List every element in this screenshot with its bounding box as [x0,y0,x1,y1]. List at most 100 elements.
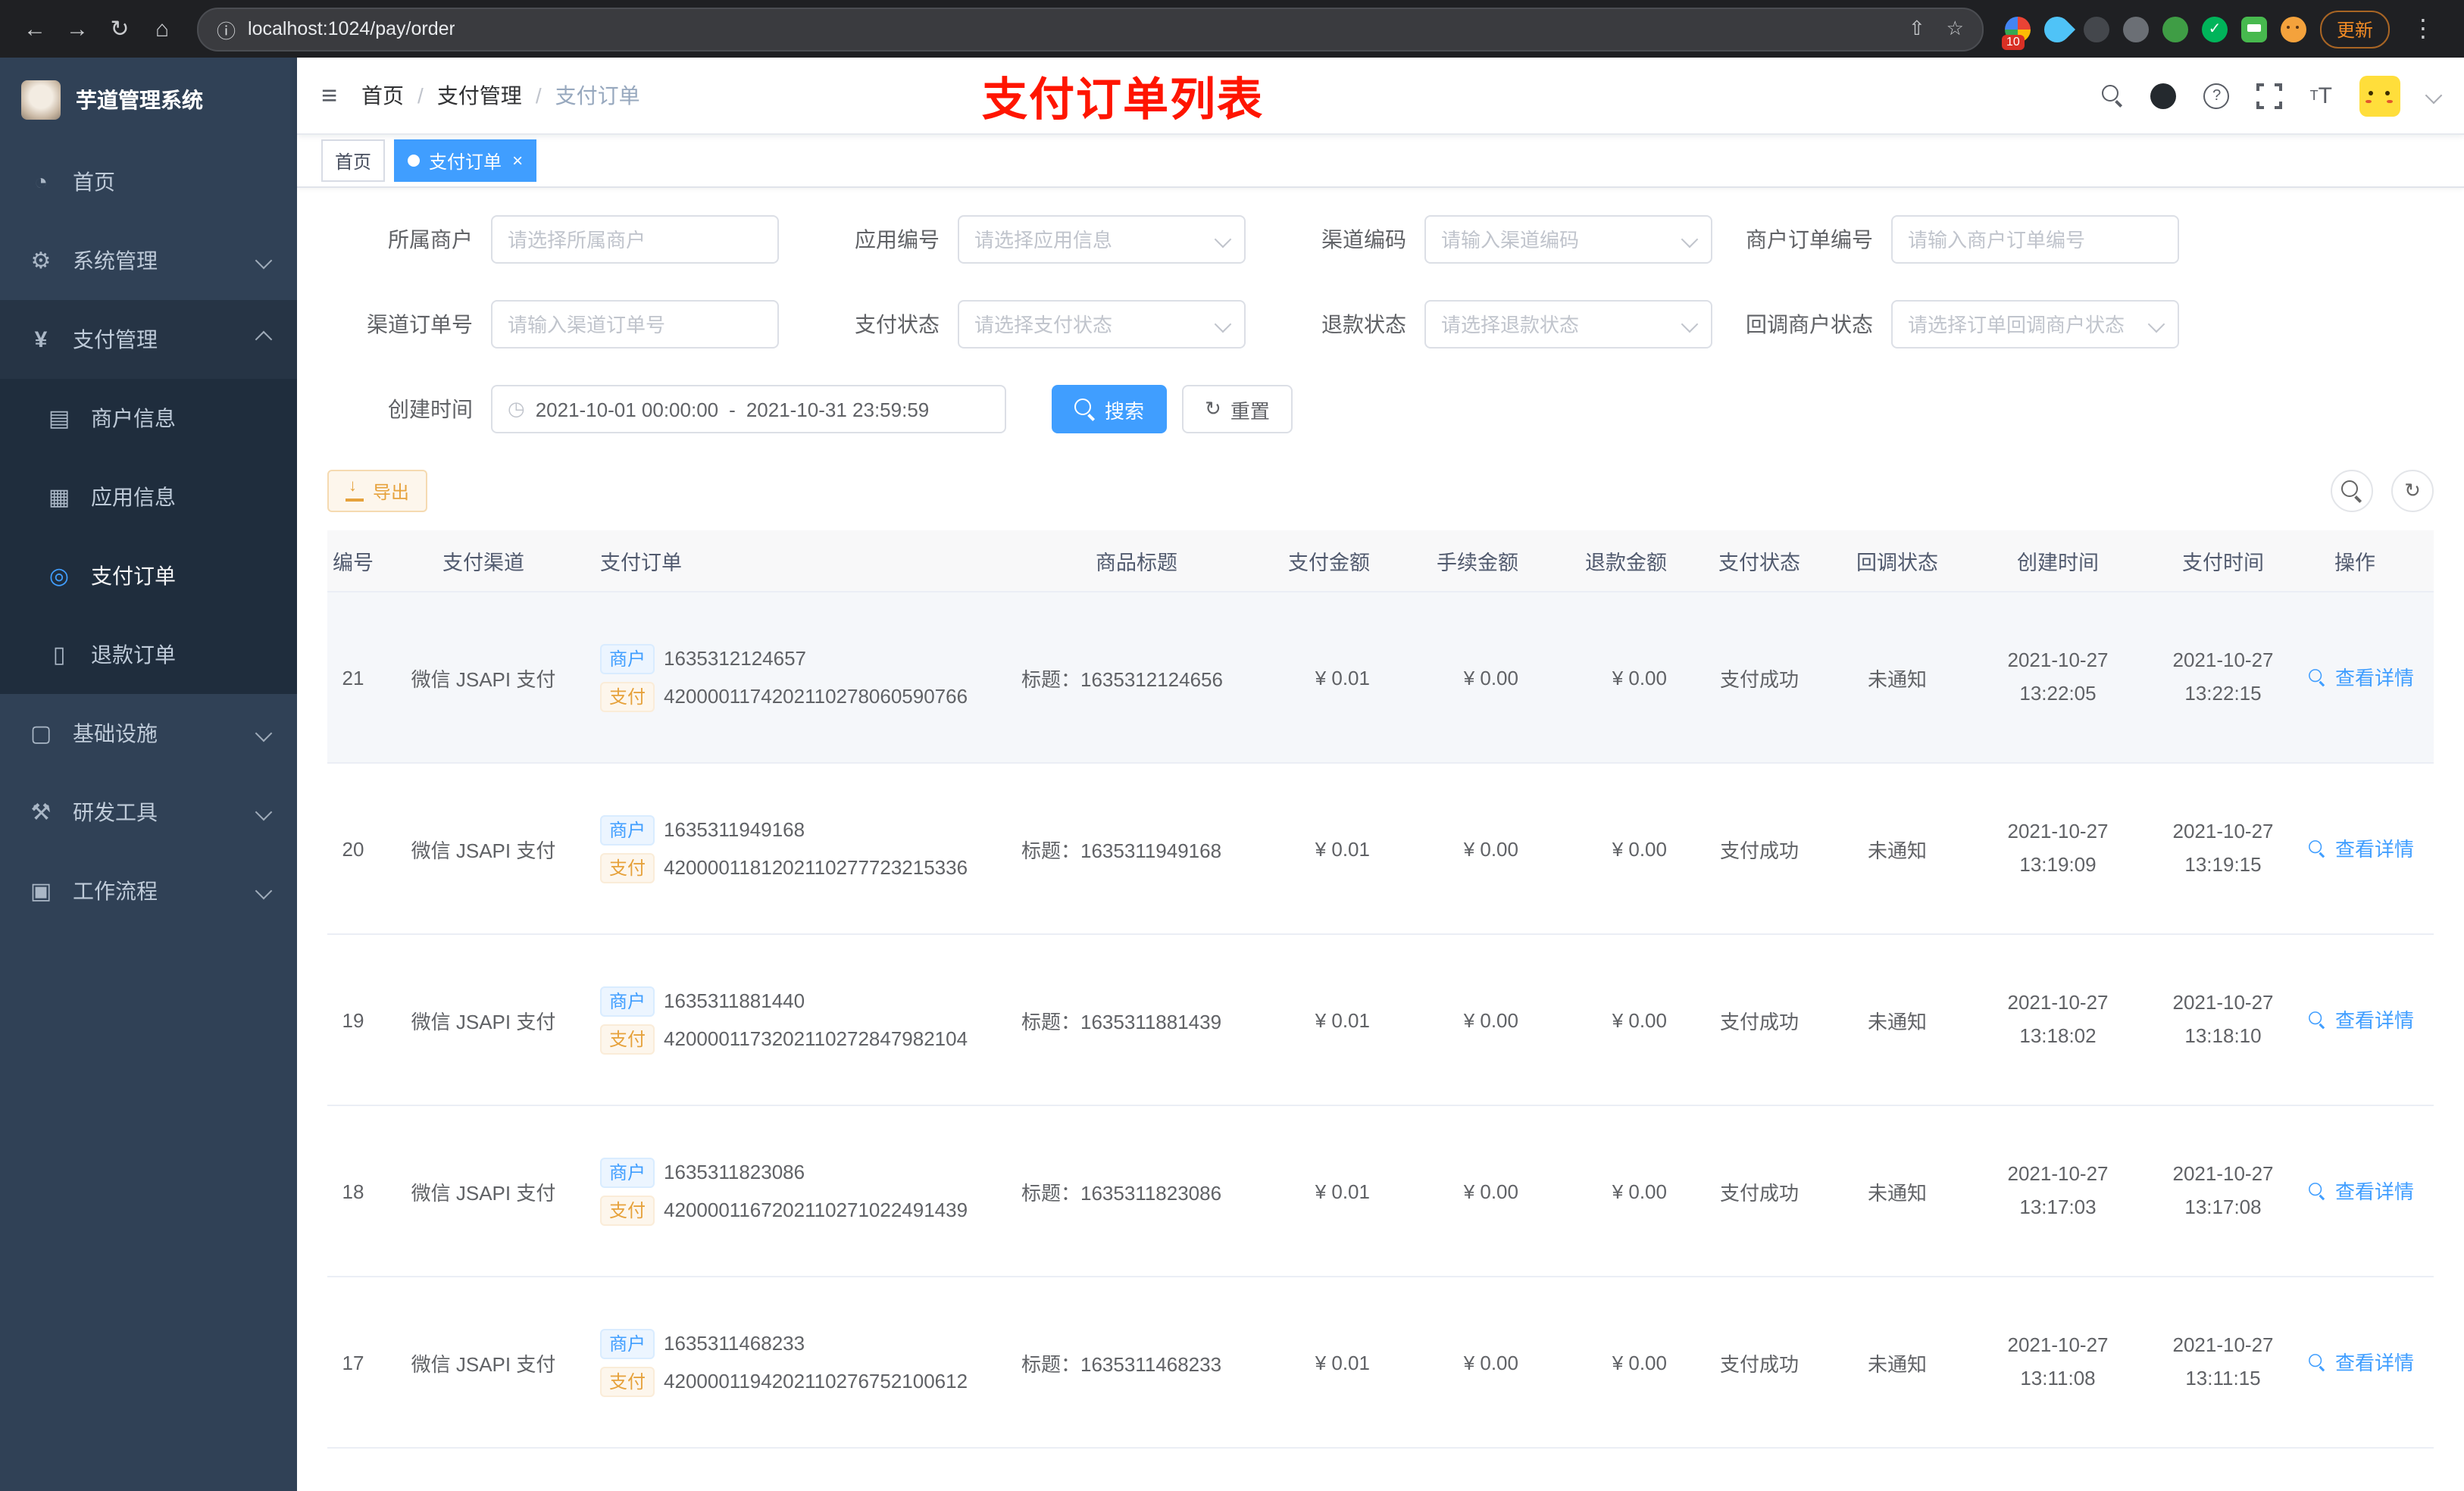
reset-button[interactable]: 重置 [1182,385,1293,433]
extension-icon-gray[interactable] [2122,16,2149,42]
breadcrumb-pay[interactable]: 支付管理 [437,80,522,111]
extension-icon-check[interactable] [2201,16,2228,42]
extension-icon-dark[interactable] [2083,16,2109,42]
cell-channel: 微信 JSAPI 支付 [411,1181,556,1204]
sidebar: 芋道管理系统 首页 系统管理 支付管理 商户信息 [0,58,297,1491]
browser-back-button[interactable] [15,9,55,48]
cell-channel: 微信 JSAPI 支付 [411,839,556,861]
user-avatar[interactable] [2359,75,2400,116]
search-icon [2309,839,2325,857]
view-detail-link[interactable]: 查看详情 [2306,1348,2414,1377]
view-detail-link[interactable]: 查看详情 [2306,1005,2414,1034]
cell-fee: ¥ 0.00 [1463,666,1518,689]
sidebar-item-refund-order[interactable]: 退款订单 [0,615,297,694]
pay-order-no: 4200001167202110271022491439 [664,1199,968,1221]
page-annotation: 支付订单列表 [982,76,1264,126]
share-icon[interactable] [1909,17,1925,41]
date-end[interactable]: 2021-10-31 23:59:59 [746,398,929,420]
cell-pay-time: 2021-10-27 13:22:15 [2172,648,2274,705]
browser-update-button[interactable]: 更新 [2319,10,2390,48]
extension-icon-green[interactable] [2162,16,2188,42]
cell-status: 支付成功 [1719,839,1799,861]
export-button[interactable]: 导出 [327,470,428,512]
close-icon[interactable]: × [512,152,523,170]
sidebar-item-infra[interactable]: 基础设施 [0,694,297,773]
channel-code-select[interactable] [1424,215,1712,264]
hamburger-icon[interactable] [321,80,337,111]
cell-pay-order: 商户 1635311949168 支付 42000011812021102777… [588,807,1009,890]
browser-menu-icon[interactable] [2403,9,2443,48]
pay-badge: 支付 [600,1195,655,1225]
merchant-select[interactable] [491,215,779,264]
cell-title: 标题：1635312124656 [1021,667,1223,690]
cell-fee: ¥ 0.00 [1463,1351,1518,1374]
date-start[interactable]: 2021-10-01 00:00:00 [536,398,718,420]
create-time-range-input[interactable]: 2021-10-01 00:00:00 - 2021-10-31 23:59:5… [491,385,1006,433]
refresh-table-button[interactable] [2391,470,2434,512]
browser-reload-button[interactable] [100,9,139,48]
notify-status-select[interactable] [1891,300,2179,349]
view-detail-link[interactable]: 查看详情 [2306,663,2414,692]
tools-icon [27,799,55,826]
extension-icon-drop[interactable] [2038,10,2076,48]
app-no-select[interactable] [958,215,1246,264]
filter-row-1: 所属商户 应用编号 渠道编码 [327,215,2434,264]
pay-status-select[interactable] [958,300,1246,349]
channel-order-no-input[interactable] [491,300,779,349]
table-row: 19 微信 JSAPI 支付 商户 1635311881440 支付 42000… [327,935,2434,1106]
font-size-icon[interactable] [2310,83,2332,108]
yen-icon [27,327,55,352]
merchant-badge: 商户 [600,814,655,845]
search-icon [2309,1182,2325,1199]
app-logo[interactable]: 芋道管理系统 [0,58,297,142]
filter-label: 支付状态 [855,312,940,336]
merchant-badge: 商户 [600,1328,655,1358]
github-icon[interactable] [2150,83,2177,108]
sidebar-item-system[interactable]: 系统管理 [0,221,297,300]
bookmark-star-icon[interactable] [1946,17,1964,41]
pay-order-no: 4200001181202110277723215336 [664,856,968,879]
merchant-order-no-input[interactable] [1891,215,2179,264]
url-text[interactable]: localhost:1024/pay/order [248,18,455,39]
browser-home-button[interactable] [142,9,182,48]
chevron-down-icon[interactable] [2425,86,2443,105]
tag-home[interactable]: 首页 [321,139,386,182]
search-button[interactable]: 搜索 [1052,385,1168,433]
site-info-icon[interactable] [217,14,236,43]
view-detail-link[interactable]: 查看详情 [2306,1177,2414,1205]
sidebar-item-app-info[interactable]: 应用信息 [0,458,297,536]
column-header: 手续金额 [1437,552,1518,574]
extension-icon-colorful[interactable]: 10 [2001,16,2031,49]
cell-title: 标题：1635311949168 [1021,839,1222,861]
fullscreen-icon[interactable] [2255,81,2284,110]
browser-profile-avatar[interactable] [2280,16,2306,42]
sidebar-item-devtools[interactable]: 研发工具 [0,773,297,852]
extension-icon-chat[interactable] [2240,16,2267,42]
refund-status-select[interactable] [1424,300,1712,349]
merchant-badge: 商户 [600,643,655,674]
search-icon[interactable] [2102,85,2124,106]
sidebar-item-merchant-info[interactable]: 商户信息 [0,379,297,458]
sidebar-item-workflow[interactable]: 工作流程 [0,852,297,930]
sidebar-item-payment[interactable]: 支付管理 [0,300,297,379]
table-row-partial: 商户 1635311157126 [327,1449,2434,1491]
table-row: 21 微信 JSAPI 支付 商户 1635312124657 支付 42000… [327,592,2434,764]
view-detail-link[interactable]: 查看详情 [2306,834,2414,863]
cell-notify: 未通知 [1867,1352,1927,1375]
logo-image [21,80,61,120]
table-row: 20 微信 JSAPI 支付 商户 1635311949168 支付 42000… [327,764,2434,935]
cell-create-time: 2021-10-27 13:17:03 [2007,1161,2109,1218]
extension-badge: 10 [2001,34,2025,49]
toggle-search-button[interactable] [2331,470,2373,512]
sidebar-item-pay-order[interactable]: 支付订单 [0,536,297,615]
help-icon[interactable] [2203,83,2230,108]
credit-card-icon [45,405,73,432]
cell-refund: ¥ 0.00 [1612,1008,1667,1031]
cell-notify: 未通知 [1867,667,1927,690]
sidebar-item-home[interactable]: 首页 [0,142,297,221]
tag-pay-order[interactable]: 支付订单 × [394,139,537,182]
address-bar[interactable]: localhost:1024/pay/order [197,7,1984,51]
monitor-icon [27,720,55,747]
breadcrumb-home[interactable]: 首页 [361,80,404,111]
browser-forward-button[interactable] [58,9,97,48]
